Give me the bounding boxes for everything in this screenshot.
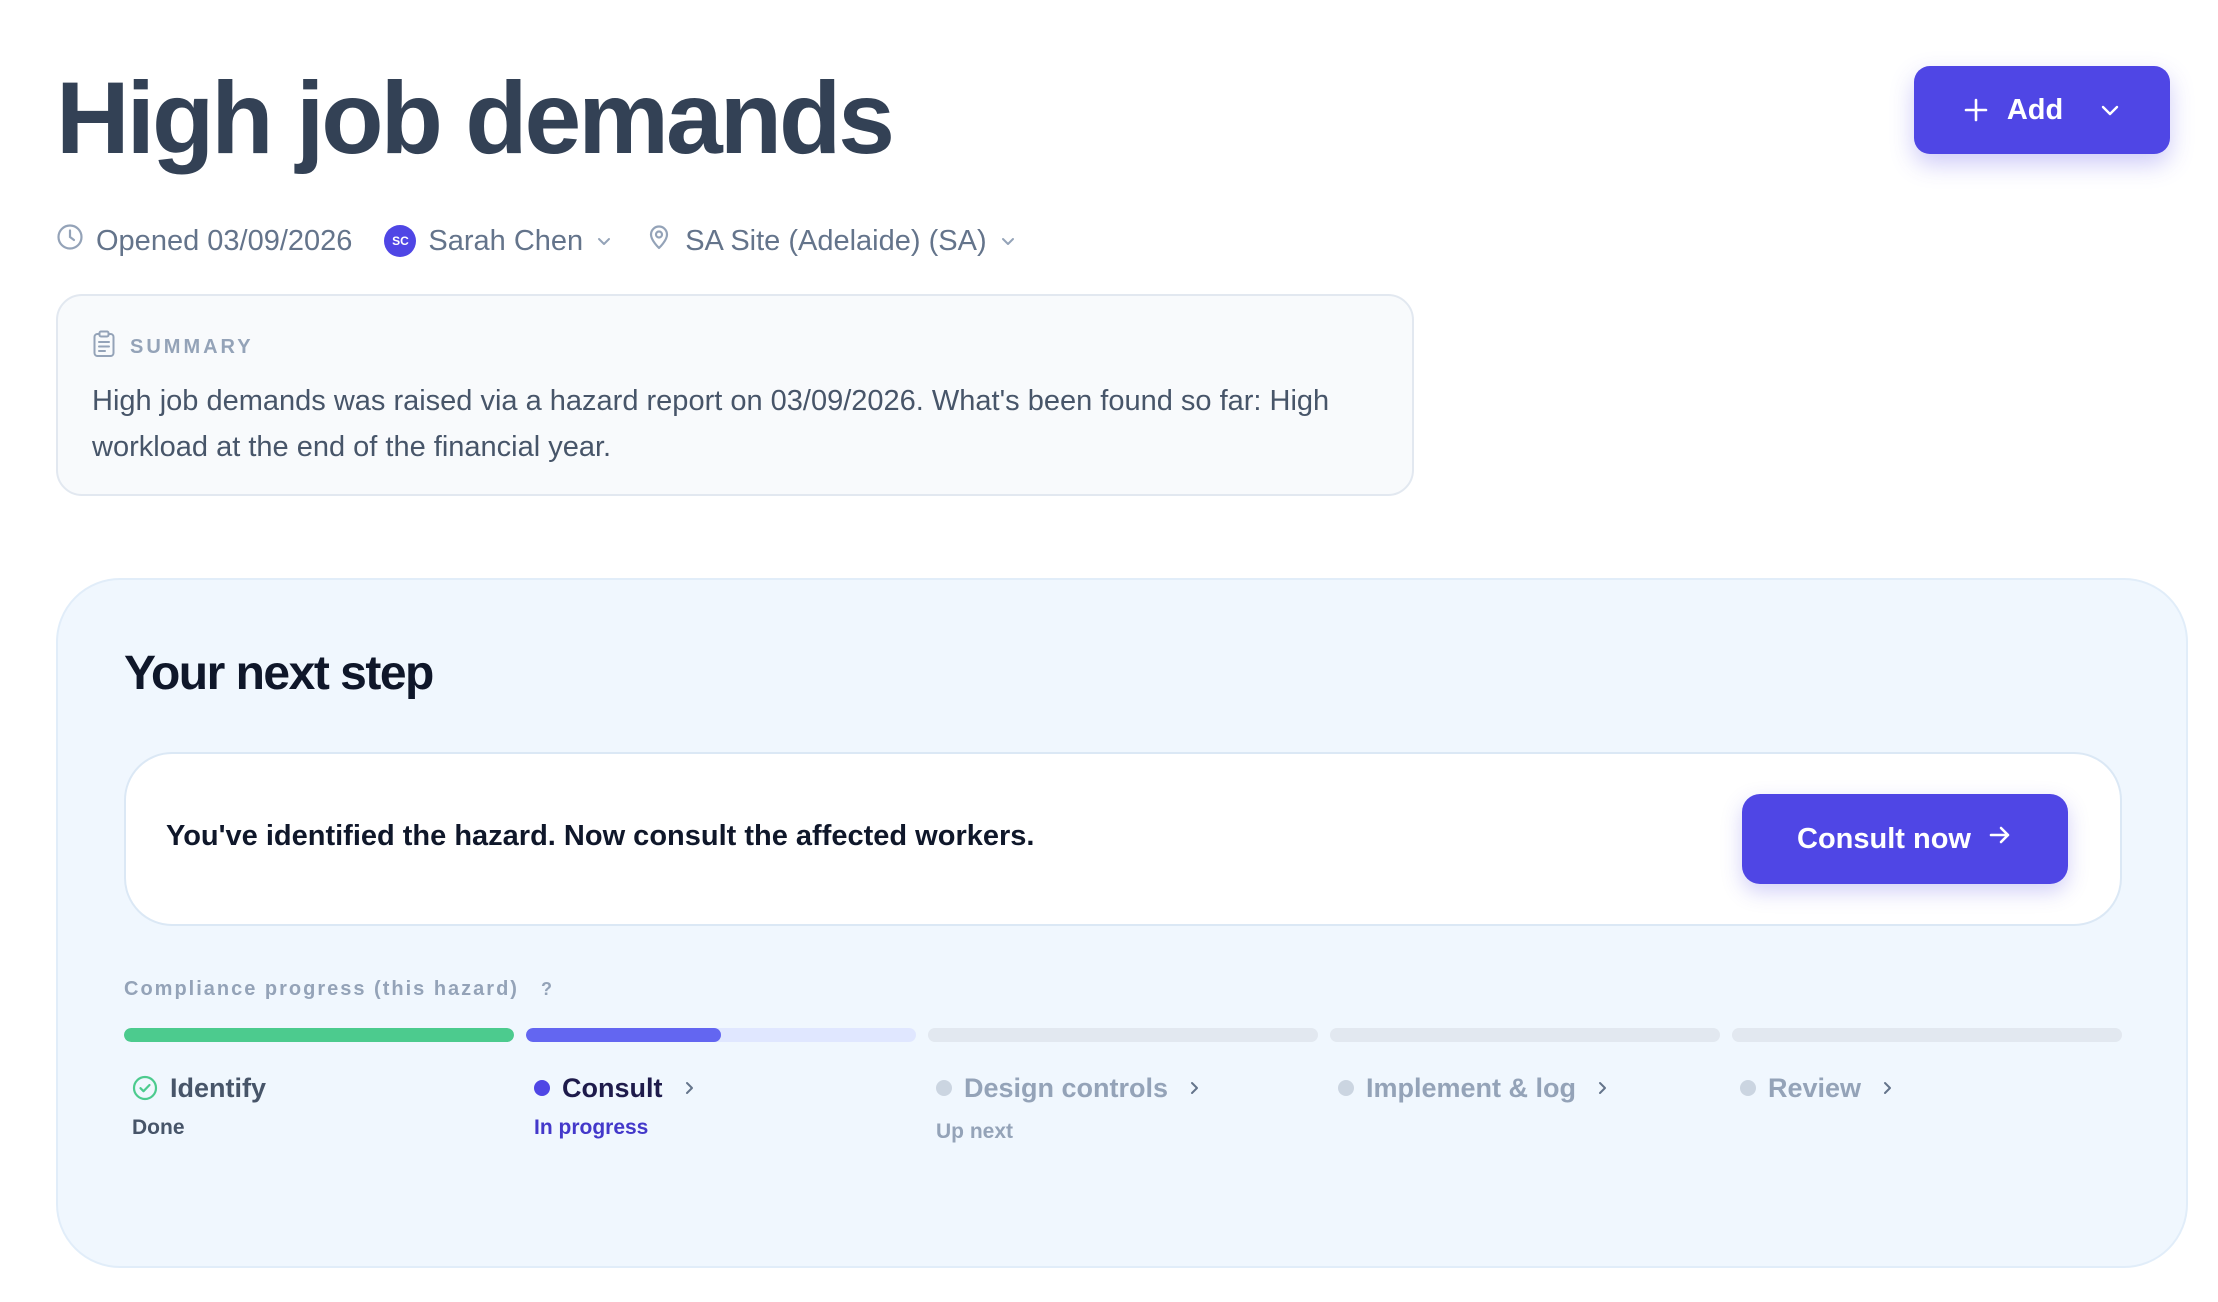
- status-dot-icon: [534, 1080, 550, 1096]
- progress-bar-consult: [526, 1028, 916, 1042]
- check-circle-icon: [132, 1075, 158, 1101]
- add-button-label: Add: [2006, 93, 2064, 126]
- chevron-right-icon: [1594, 1080, 1610, 1096]
- next-step-panel: Your next step You've identified the haz…: [56, 578, 2188, 1268]
- progress-bar-fill: [124, 1028, 514, 1042]
- step-header: Design controls: [936, 1066, 1318, 1110]
- next-step-card: You've identified the hazard. Now consul…: [124, 752, 2122, 926]
- consult-now-label: Consult now: [1797, 822, 1971, 855]
- progress-bar-design-controls: [928, 1028, 1318, 1042]
- step-label: Identify: [170, 1072, 267, 1103]
- step-identify[interactable]: Identify Done: [124, 1066, 514, 1144]
- step-header: Consult: [534, 1066, 916, 1110]
- step-status: In progress: [534, 1116, 649, 1139]
- compliance-progress-text: Compliance progress (this hazard): [124, 978, 519, 1000]
- site-selector[interactable]: SA Site (Adelaide) (SA): [645, 223, 1016, 259]
- plus-icon: [1963, 97, 1989, 123]
- assignee-name: Sarah Chen: [428, 224, 584, 257]
- step-consult[interactable]: Consult In progress: [526, 1066, 916, 1144]
- compliance-progress-label: Compliance progress (this hazard) ?: [124, 978, 552, 1001]
- summary-text: High job demands was raised via a hazard…: [92, 385, 1330, 463]
- clock-icon: [56, 223, 84, 259]
- map-pin-icon: [645, 223, 673, 259]
- progress-bars: [124, 1028, 2122, 1044]
- step-header: Review: [1740, 1066, 2122, 1110]
- chevron-down-icon: [2099, 99, 2121, 121]
- step-design-controls[interactable]: Design controls Up next: [928, 1066, 1318, 1144]
- opened-date-label: Opened 03/09/2026: [96, 224, 353, 257]
- progress-steps: Identify Done Consult In progress Design con…: [124, 1066, 2122, 1144]
- page-title: High job demands: [56, 61, 895, 175]
- step-header: Identify: [132, 1066, 514, 1110]
- step-implement-log[interactable]: Implement & log: [1330, 1066, 1720, 1144]
- chevron-down-icon: [595, 225, 613, 258]
- step-label: Design controls: [964, 1072, 1169, 1103]
- hazard-meta: Opened 03/09/2026 SC Sarah Chen SA Site …: [56, 218, 1017, 264]
- arrow-right-icon: [1987, 822, 2013, 856]
- chevron-down-icon: [999, 225, 1017, 258]
- next-step-title: Your next step: [124, 647, 434, 700]
- summary-heading-label: SUMMARY: [130, 335, 254, 358]
- chevron-right-icon: [681, 1080, 697, 1096]
- help-icon[interactable]: ?: [541, 979, 552, 1000]
- progress-bar-identify: [124, 1028, 514, 1042]
- step-label: Review: [1768, 1072, 1862, 1103]
- assignee-selector[interactable]: SC Sarah Chen: [384, 225, 613, 258]
- step-header: Implement & log: [1338, 1066, 1720, 1110]
- step-review[interactable]: Review: [1732, 1066, 2122, 1144]
- avatar: SC: [384, 225, 417, 257]
- step-status: Up next: [936, 1120, 1014, 1143]
- status-dot-icon: [1338, 1080, 1354, 1096]
- progress-bar-review: [1732, 1028, 2122, 1042]
- next-step-message: You've identified the hazard. Now consul…: [166, 820, 1035, 852]
- hazard-detail-page: High job demands Add Opened 03/09/2026 S…: [0, 0, 2218, 1302]
- summary-card: SUMMARY High job demands was raised via …: [56, 294, 1414, 496]
- opened-date: Opened 03/09/2026: [56, 223, 352, 259]
- chevron-right-icon: [1186, 1080, 1202, 1096]
- step-label: Implement & log: [1366, 1072, 1577, 1103]
- step-status: Done: [132, 1116, 185, 1139]
- status-dot-icon: [1740, 1080, 1756, 1096]
- clipboard-icon: [92, 330, 116, 364]
- consult-now-button[interactable]: Consult now: [1742, 794, 2068, 884]
- step-label: Consult: [562, 1072, 663, 1103]
- site-name: SA Site (Adelaide) (SA): [685, 224, 987, 257]
- progress-bar-fill: [526, 1028, 721, 1042]
- status-dot-icon: [936, 1080, 952, 1096]
- chevron-right-icon: [1879, 1080, 1895, 1096]
- add-button[interactable]: Add: [1914, 66, 2170, 154]
- summary-heading: SUMMARY: [92, 330, 1378, 364]
- progress-bar-implement-log: [1330, 1028, 1720, 1042]
